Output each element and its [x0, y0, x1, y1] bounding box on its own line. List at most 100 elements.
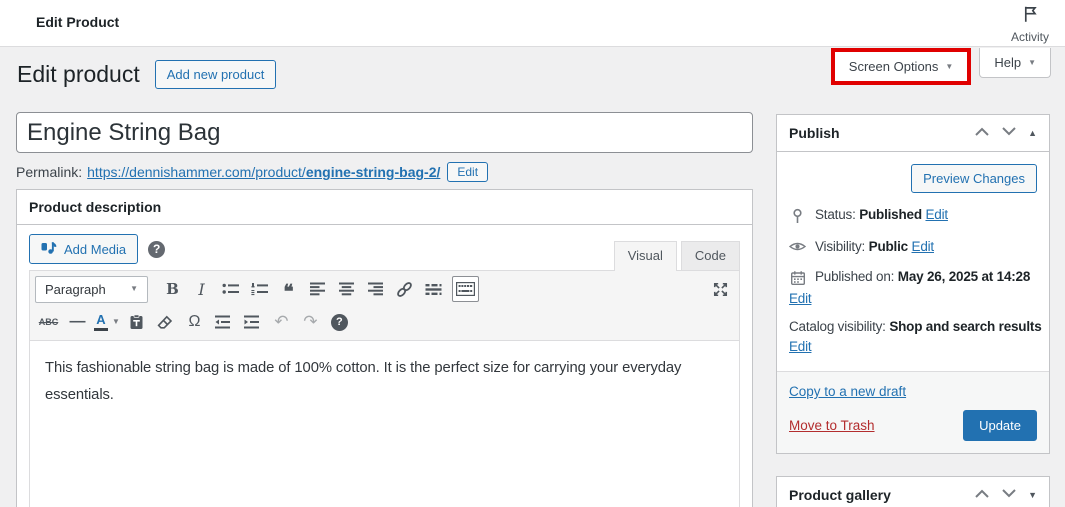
publish-panel: Publish ▲ Preview Changes	[776, 114, 1050, 454]
help-tip-icon[interactable]: ?	[148, 241, 165, 258]
visibility-value: Public	[869, 239, 908, 254]
status-label: Status:	[815, 207, 856, 222]
blockquote-button[interactable]: ❝	[275, 276, 302, 302]
editor-top-row: Add Media ? Visual Code	[17, 225, 752, 270]
editor-content-area[interactable]: This fashionable string bag is made of 1…	[29, 341, 740, 507]
sidebar-column: Publish ▲ Preview Changes	[776, 114, 1050, 507]
add-media-button[interactable]: Add Media	[29, 234, 138, 264]
permalink-slug: engine-string-bag-2/	[306, 164, 441, 180]
add-new-product-button[interactable]: Add new product	[155, 60, 277, 89]
catalog-edit-link[interactable]: Edit	[789, 339, 811, 354]
permalink-row: Permalink: https://dennishammer.com/prod…	[16, 162, 753, 182]
catalog-visibility-value: Shop and search results	[889, 319, 1041, 334]
paragraph-select-value: Paragraph	[45, 282, 106, 297]
annotation-highlight-box: Screen Options ▼	[831, 48, 972, 85]
align-center-button[interactable]	[333, 276, 360, 302]
redo-icon: ↷	[303, 312, 317, 332]
outdent-icon	[215, 315, 231, 329]
move-down-icon[interactable]	[1001, 486, 1017, 504]
main-column: Permalink: https://dennishammer.com/prod…	[16, 112, 753, 507]
paste-as-text-button[interactable]	[123, 309, 150, 335]
fullscreen-icon	[712, 281, 729, 298]
read-more-button[interactable]	[420, 276, 447, 302]
copy-to-new-draft-link[interactable]: Copy to a new draft	[789, 384, 906, 399]
italic-button[interactable]: I	[188, 276, 215, 302]
move-to-trash-link[interactable]: Move to Trash	[789, 418, 875, 433]
align-left-button[interactable]	[304, 276, 331, 302]
horizontal-rule-button[interactable]: —	[64, 309, 91, 335]
move-up-icon[interactable]	[974, 124, 990, 142]
flag-icon	[1020, 4, 1040, 29]
gallery-panel-title: Product gallery	[789, 487, 891, 503]
editor-toolbar: Paragraph ▼ B I	[29, 270, 740, 341]
published-edit-link[interactable]: Edit	[789, 291, 811, 306]
toolbar-toggle-button[interactable]	[452, 276, 479, 302]
visibility-edit-link[interactable]: Edit	[912, 239, 934, 254]
activity-button[interactable]: Activity	[1011, 4, 1049, 44]
product-title-input[interactable]	[16, 112, 753, 153]
italic-icon: I	[198, 280, 204, 299]
update-button[interactable]: Update	[963, 410, 1037, 441]
paragraph-format-select[interactable]: Paragraph ▼	[35, 276, 148, 303]
status-value: Published	[859, 207, 922, 222]
page-head: Edit product Add new product	[17, 60, 276, 89]
tab-code[interactable]: Code	[681, 241, 740, 270]
screen-options-button[interactable]: Screen Options ▼	[835, 52, 968, 81]
collapse-toggle-icon[interactable]: ▼	[1028, 491, 1037, 500]
page-context-title: Edit Product	[36, 14, 119, 30]
text-color-button[interactable]: A ▼	[93, 309, 121, 335]
strikethrough-button[interactable]: ABC	[35, 309, 62, 335]
pin-icon	[789, 208, 806, 224]
wordpress-edit-product-page: Edit Product Activity Screen Options ▼ H…	[0, 0, 1065, 507]
special-character-button[interactable]: Ω	[181, 309, 208, 335]
editor-help-button[interactable]: ?	[326, 309, 353, 335]
toolbar-row-2: ABC — A ▼	[35, 306, 734, 338]
indent-button[interactable]	[239, 309, 266, 335]
gallery-panel-header[interactable]: Product gallery ▼	[777, 477, 1049, 507]
publish-panel-body: Preview Changes Status: Published Edit	[777, 152, 1049, 371]
move-down-icon[interactable]	[1001, 124, 1017, 142]
align-right-button[interactable]	[362, 276, 389, 302]
permalink-link[interactable]: https://dennishammer.com/product/engine-…	[87, 164, 440, 180]
calendar-icon	[789, 270, 806, 286]
product-gallery-panel: Product gallery ▼	[776, 476, 1050, 507]
bold-button[interactable]: B	[159, 276, 186, 302]
screen-meta-tabs: Screen Options ▼ Help ▼	[831, 48, 1051, 85]
permalink-edit-button[interactable]: Edit	[447, 162, 488, 182]
paste-text-icon	[129, 314, 144, 330]
status-text: Status: Published Edit	[815, 207, 948, 222]
editor-mode-tabs: Visual Code	[614, 241, 740, 270]
tab-visual[interactable]: Visual	[614, 241, 677, 271]
bullet-list-icon	[222, 282, 240, 296]
numbered-list-button[interactable]	[246, 276, 273, 302]
bullet-list-button[interactable]	[217, 276, 244, 302]
undo-button[interactable]: ↶	[268, 309, 295, 335]
published-on-value: May 26, 2025 at 14:28	[898, 269, 1030, 284]
visibility-row: Visibility: Public Edit	[789, 239, 1037, 254]
published-edit-block: Edit	[789, 291, 1037, 306]
publish-panel-header[interactable]: Publish ▲	[777, 115, 1049, 152]
visibility-text: Visibility: Public Edit	[815, 239, 934, 254]
outdent-button[interactable]	[210, 309, 237, 335]
redo-button[interactable]: ↷	[297, 309, 324, 335]
eraser-icon	[157, 315, 173, 330]
keyboard-icon	[456, 282, 475, 296]
permalink-label: Permalink:	[16, 164, 82, 180]
preview-changes-button[interactable]: Preview Changes	[911, 164, 1037, 193]
published-on-row: Published on: May 26, 2025 at 14:28	[789, 269, 1037, 286]
page-title: Edit product	[17, 61, 140, 88]
eye-icon	[789, 240, 806, 253]
move-up-icon[interactable]	[974, 486, 990, 504]
permalink-base: https://dennishammer.com/product/	[87, 164, 306, 180]
status-edit-link[interactable]: Edit	[925, 207, 947, 222]
fullscreen-button[interactable]	[707, 276, 734, 302]
description-panel-title: Product description	[29, 199, 161, 215]
insert-link-button[interactable]	[391, 276, 418, 302]
collapse-toggle-icon[interactable]: ▲	[1028, 129, 1037, 138]
chevron-down-icon: ▼	[1028, 59, 1036, 67]
chevron-down-icon: ▼	[945, 63, 953, 71]
align-right-icon	[368, 282, 384, 296]
help-button[interactable]: Help ▼	[979, 48, 1051, 78]
clear-formatting-button[interactable]	[152, 309, 179, 335]
admin-top-bar: Edit Product Activity	[0, 0, 1065, 47]
